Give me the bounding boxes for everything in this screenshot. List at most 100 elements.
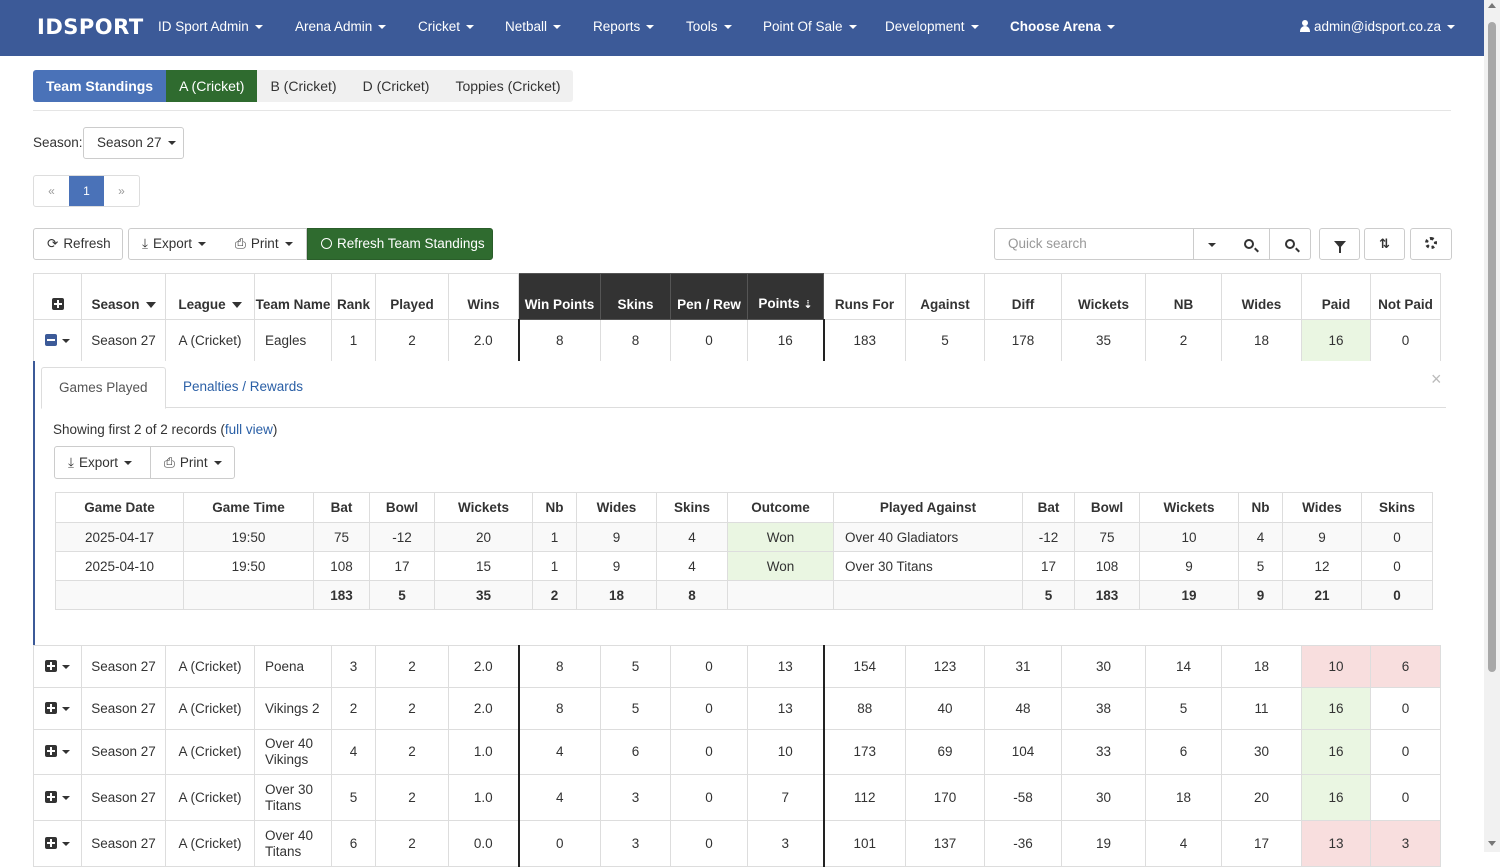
col-win-points[interactable]: Win Points [518,273,601,320]
sub-col-skins[interactable]: Skins [656,492,728,523]
refresh-standings-button[interactable]: Refresh Team Standings [307,228,493,260]
table-row[interactable]: Season 27 A (Cricket) Vikings 2 2 2 2.0 … [33,687,1441,730]
col-season[interactable]: Season [81,273,166,320]
nav-netball[interactable]: Netball [505,19,562,34]
tab-games-played[interactable]: Games Played [41,367,166,409]
sort-button[interactable]: ⇅ [1364,228,1405,260]
sub-col-nb[interactable]: Nb [532,492,577,523]
sub-col-opp-bowl[interactable]: Bowl [1074,492,1140,523]
brand-logo[interactable]: IDSPORT [37,15,144,39]
sub-col-wides[interactable]: Wides [576,492,657,523]
col-not-paid[interactable]: Not Paid [1370,273,1441,320]
nav-user-menu[interactable]: admin@idsport.co.za [1300,19,1456,34]
pill-a-cricket[interactable]: A (Cricket) [166,70,258,102]
col-wides[interactable]: Wides [1221,273,1302,320]
advanced-search-button[interactable] [1270,228,1311,260]
sub-col-outcome[interactable]: Outcome [727,492,834,523]
col-rank[interactable]: Rank [331,273,376,320]
sub-col-game-date[interactable]: Game Date [55,492,184,523]
col-runs-for[interactable]: Runs For [823,273,906,320]
row-expander[interactable] [33,774,82,821]
cell: 4 [331,729,376,775]
col-league[interactable]: League [165,273,255,320]
sub-col-opp-wides[interactable]: Wides [1282,492,1362,523]
filter-icon[interactable] [145,302,156,308]
game-row[interactable]: 2025-04-10 19:50 108 17 15 1 9 4 Won Ove… [55,551,1433,581]
page-scrollbar[interactable] [1484,0,1500,852]
pill-b-cricket[interactable]: B (Cricket) [257,70,350,102]
pill-team-standings[interactable]: Team Standings [33,70,167,102]
export-icon: ⤓ [68,455,74,470]
print-button[interactable]: ⎙ Print [222,228,307,260]
sub-col-bat[interactable]: Bat [313,492,370,523]
nav-point-of-sale[interactable]: Point Of Sale [763,19,857,34]
table-row[interactable]: Season 27 A (Cricket) Over 40 Titans 6 2… [33,820,1441,867]
nav-tools[interactable]: Tools [686,19,732,34]
row-expander[interactable] [33,645,82,688]
full-view-link[interactable]: full view [225,422,273,437]
table-row[interactable]: Season 27 A (Cricket) Poena 3 2 2.0 8 5 … [33,645,1441,688]
settings-button[interactable] [1410,228,1452,260]
refresh-button[interactable]: ⟳ Refresh [33,228,123,260]
col-points[interactable]: Points ⇣ [747,273,824,320]
col-skins[interactable]: Skins [600,273,671,320]
col-wickets[interactable]: Wickets [1061,273,1146,320]
row-expander[interactable] [33,729,82,775]
filter-button[interactable] [1319,228,1360,260]
sub-col-game-time[interactable]: Game Time [183,492,314,523]
league-pills: Team Standings A (Cricket) B (Cricket) D… [33,70,574,102]
sub-col-opp-bat[interactable]: Bat [1022,492,1075,523]
col-against[interactable]: Against [905,273,985,320]
expand-all-header[interactable] [33,273,82,320]
detail-export-button[interactable]: ⤓ Export [54,446,151,479]
cell: 0 [517,820,601,867]
detail-print-button[interactable]: ⎙ Print [150,446,235,479]
season-dropdown[interactable]: Season 27 [83,127,184,159]
col-paid[interactable]: Paid [1301,273,1371,320]
search-options-button[interactable] [1193,228,1230,260]
scroll-thumb[interactable] [1488,22,1496,672]
tab-penalties-rewards[interactable]: Penalties / Rewards [166,367,320,409]
table-row[interactable]: Season 27 A (Cricket) Eagles 1 2 2.0 8 8… [33,319,1441,362]
pill-toppies-cricket[interactable]: Toppies (Cricket) [442,70,574,102]
table-row[interactable]: Season 27 A (Cricket) Over 30 Titans 5 2… [33,774,1441,821]
col-diff[interactable]: Diff [984,273,1062,320]
export-button[interactable]: ⤓ Export [128,228,223,260]
search-button[interactable] [1229,228,1270,260]
total-cell: 35 [434,580,533,610]
nav-choose-arena[interactable]: Choose Arena [1010,19,1116,34]
cell: Season 27 [81,645,166,688]
sub-col-wickets[interactable]: Wickets [434,492,533,523]
sub-col-opp-wickets[interactable]: Wickets [1139,492,1239,523]
sub-col-opp-nb[interactable]: Nb [1238,492,1283,523]
sub-col-bowl[interactable]: Bowl [369,492,435,523]
pager-current[interactable]: 1 [69,176,104,206]
col-nb[interactable]: NB [1145,273,1222,320]
records-summary: Showing first 2 of 2 records (full view) [53,422,277,437]
nav-reports[interactable]: Reports [593,19,655,34]
sub-col-played-against[interactable]: Played Against [833,492,1023,523]
game-row[interactable]: 2025-04-17 19:50 75 -12 20 1 9 4 Won Ove… [55,522,1433,552]
scroll-down-icon[interactable] [1488,841,1496,846]
quick-search-input[interactable]: Quick search [994,228,1194,260]
pill-d-cricket[interactable]: D (Cricket) [349,70,443,102]
refresh-label: Refresh [63,236,111,251]
col-pen-rew[interactable]: Pen / Rew [670,273,748,320]
nav-id-sport-admin[interactable]: ID Sport Admin [158,19,263,34]
scroll-up-icon[interactable] [1488,3,1496,8]
col-played[interactable]: Played [375,273,449,320]
pager-prev[interactable]: « [34,176,69,206]
close-icon[interactable]: × [1431,369,1442,390]
nav-arena-admin[interactable]: Arena Admin [295,19,387,34]
sub-col-opp-skins[interactable]: Skins [1361,492,1433,523]
row-expander[interactable] [33,319,82,362]
row-expander[interactable] [33,687,82,730]
col-team-name[interactable]: Team Name [254,273,332,320]
nav-cricket[interactable]: Cricket [418,19,475,34]
col-wins[interactable]: Wins [448,273,519,320]
row-expander[interactable] [33,820,82,867]
table-row[interactable]: Season 27 A (Cricket) Over 40 Vikings 4 … [33,729,1441,775]
pager-next[interactable]: » [104,176,139,206]
filter-icon[interactable] [231,302,242,308]
nav-development[interactable]: Development [885,19,979,34]
